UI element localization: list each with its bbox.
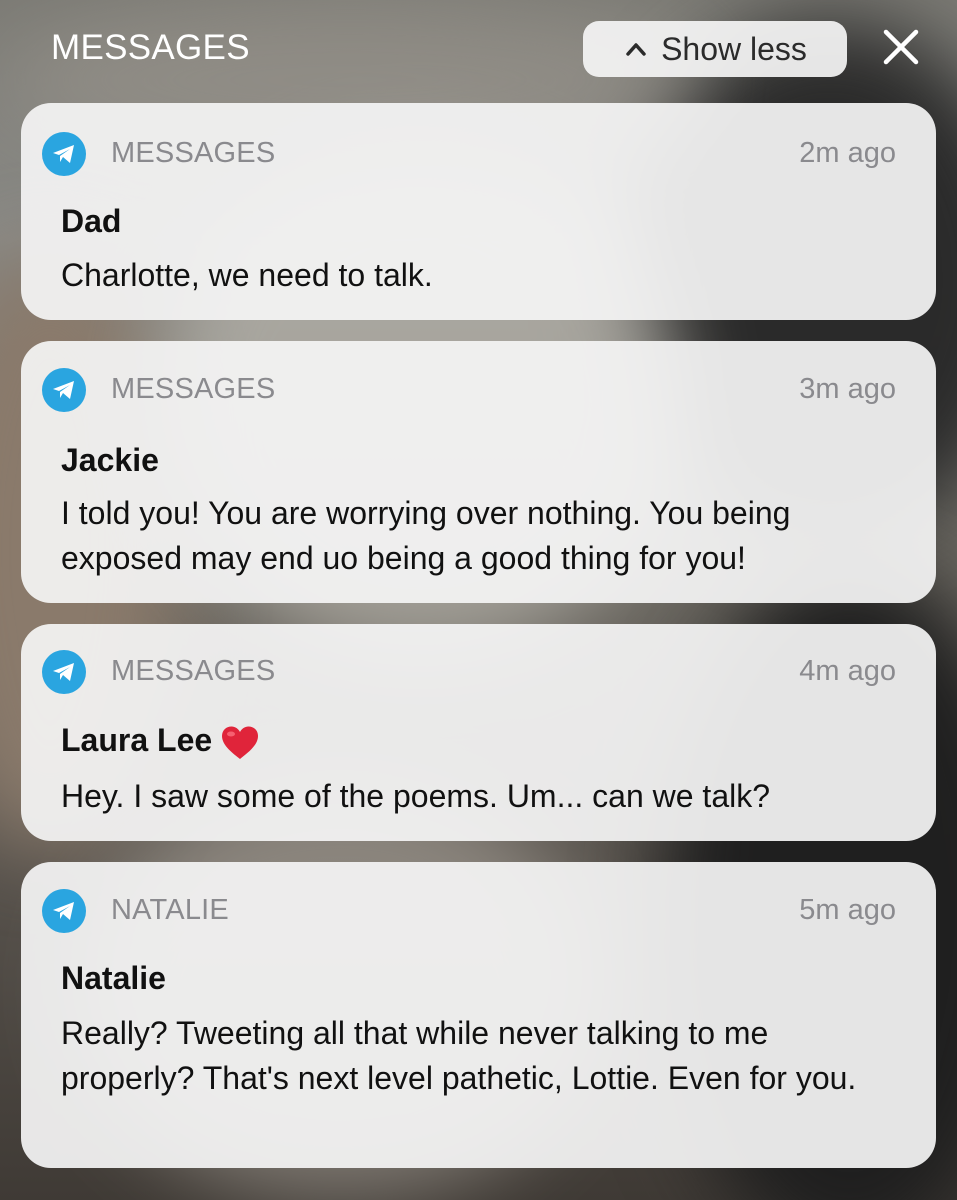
notification-card[interactable]: MESSAGES 3m ago Jackie I told you! You a… bbox=[21, 341, 936, 603]
notification-card[interactable]: MESSAGES 2m ago Dad Charlotte, we need t… bbox=[21, 103, 936, 320]
notification-body: I told you! You are worrying over nothin… bbox=[61, 495, 791, 576]
notification-sender: Jackie bbox=[61, 442, 159, 478]
notification-app-name: MESSAGES bbox=[111, 655, 276, 687]
telegram-icon bbox=[42, 650, 86, 694]
close-icon bbox=[881, 27, 921, 72]
telegram-icon bbox=[42, 889, 86, 933]
notification-time: 3m ago bbox=[799, 373, 896, 405]
notification-time: 4m ago bbox=[799, 655, 896, 687]
notification-app-name: MESSAGES bbox=[111, 373, 276, 405]
notification-sender: Laura Lee bbox=[61, 722, 213, 758]
show-less-button[interactable]: Show less bbox=[583, 21, 847, 77]
page-title: MESSAGES bbox=[51, 28, 250, 67]
show-less-label: Show less bbox=[661, 30, 807, 67]
notification-body: Really? Tweeting all that while never ta… bbox=[61, 1015, 857, 1096]
notification-card[interactable]: NATALIE 5m ago Natalie Really? Tweeting … bbox=[21, 862, 936, 1168]
chevron-up-icon bbox=[623, 36, 649, 62]
notification-sender: Natalie bbox=[61, 960, 166, 996]
telegram-icon bbox=[42, 132, 86, 176]
notification-card[interactable]: MESSAGES 4m ago Laura Lee Hey. I saw som… bbox=[21, 624, 936, 841]
notification-app-name: MESSAGES bbox=[111, 137, 276, 169]
notification-center-header: MESSAGES Show less bbox=[0, 0, 957, 98]
close-button[interactable] bbox=[876, 24, 926, 74]
notification-time: 2m ago bbox=[799, 137, 896, 169]
notification-sender: Dad bbox=[61, 203, 122, 239]
notification-time: 5m ago bbox=[799, 894, 896, 926]
telegram-icon bbox=[42, 368, 86, 412]
notification-body: Charlotte, we need to talk. bbox=[61, 257, 433, 293]
notification-app-name: NATALIE bbox=[111, 894, 229, 926]
notification-body: Hey. I saw some of the poems. Um... can … bbox=[61, 778, 771, 814]
notification-sender-row: Laura Lee bbox=[61, 722, 260, 761]
heart-icon bbox=[220, 725, 260, 761]
